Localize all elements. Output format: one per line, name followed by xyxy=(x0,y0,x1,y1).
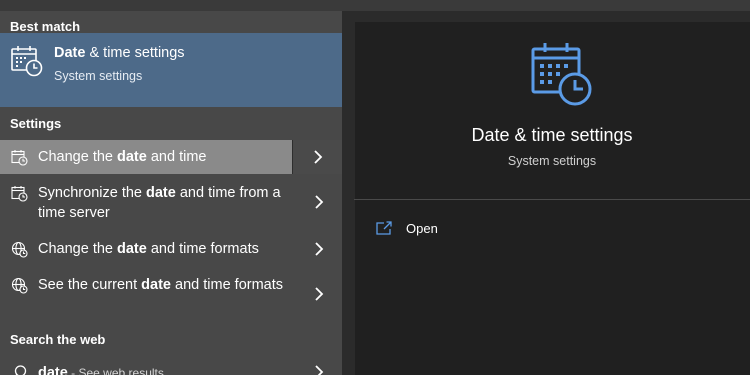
chevron-right-icon[interactable] xyxy=(314,195,324,209)
region-globe-icon xyxy=(11,277,28,294)
best-match-title: Date & time settings xyxy=(54,45,185,61)
date-time-settings-icon xyxy=(11,185,28,202)
best-match-subtitle: System settings xyxy=(54,69,143,83)
region-globe-icon xyxy=(11,241,28,258)
preview-title: Date & time settings xyxy=(471,125,633,145)
section-best-match: Best match xyxy=(10,19,81,34)
date-time-settings-icon xyxy=(11,149,28,166)
search-icon xyxy=(11,364,28,375)
section-search-web: Search the web xyxy=(10,332,106,347)
chevron-right-icon[interactable] xyxy=(314,287,324,301)
web-search-label: date - See web results xyxy=(38,365,164,375)
calendar-clock-icon xyxy=(529,40,597,108)
settings-item-label: Change the date and time formats xyxy=(38,241,259,257)
chevron-right-icon xyxy=(314,150,323,164)
settings-item-change-date-time[interactable]: Change the date and time xyxy=(0,140,342,174)
best-match-result[interactable]: Date & time settings System settings xyxy=(0,33,342,107)
section-settings: Settings xyxy=(10,116,62,131)
preview-divider xyxy=(354,199,750,200)
settings-item-date-time-formats[interactable]: Change the date and time formats xyxy=(0,232,342,266)
preview-subtitle: System settings xyxy=(507,154,597,168)
settings-item-label: Change the date and time xyxy=(38,149,207,165)
calendar-clock-icon xyxy=(10,44,44,78)
chevron-right-icon[interactable] xyxy=(314,365,324,375)
settings-item-see-current-formats[interactable]: See the current date and time formats xyxy=(0,268,342,320)
chevron-right-icon[interactable] xyxy=(314,242,324,256)
taskbar-strip xyxy=(0,0,750,11)
open-external-icon xyxy=(376,221,393,236)
settings-item-label: Synchronize the date and time from a tim… xyxy=(38,185,281,221)
web-search-result[interactable]: date - See web results xyxy=(0,356,342,375)
settings-item-sync-time-server[interactable]: Synchronize the date and time from a tim… xyxy=(0,176,342,228)
expand-button[interactable] xyxy=(293,140,342,174)
open-label: Open xyxy=(406,221,438,236)
open-button[interactable]: Open xyxy=(376,219,496,239)
settings-item-label: See the current date and time formats xyxy=(38,277,284,293)
